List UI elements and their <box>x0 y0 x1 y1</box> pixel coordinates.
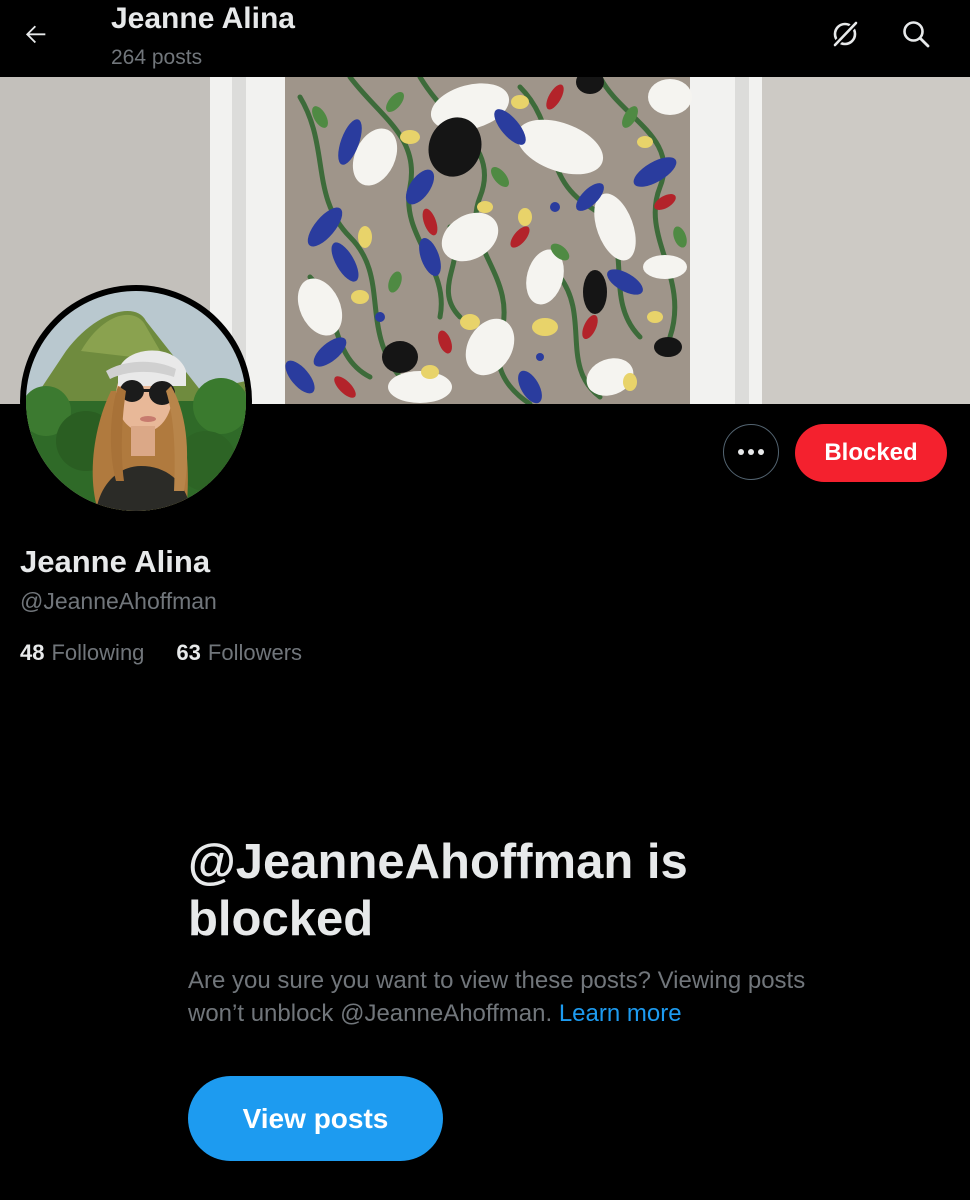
avatar[interactable] <box>20 285 252 517</box>
view-posts-button[interactable]: View posts <box>188 1076 443 1161</box>
profile-handle: @JeanneAhoffman <box>20 588 217 614</box>
following-count: 48 <box>20 640 45 665</box>
search-button[interactable] <box>894 12 938 56</box>
avatar-photo <box>26 291 246 511</box>
followers-label: Followers <box>207 640 303 665</box>
followers-link[interactable]: 63 Followers <box>176 638 302 668</box>
blocked-notice-text: Are you sure you want to view these post… <box>188 967 806 1027</box>
grok-button[interactable] <box>823 12 867 56</box>
arrow-left-icon <box>25 25 46 44</box>
back-button[interactable] <box>14 12 58 56</box>
following-label: Following <box>51 640 145 665</box>
more-options-button[interactable] <box>723 424 779 480</box>
blocked-notice-title: @JeanneAhoffman is blocked <box>188 835 688 946</box>
blocked-notice-description: Are you sure you want to view these post… <box>188 964 808 1030</box>
grok-icon <box>831 19 860 49</box>
header-title: Jeanne Alina <box>111 2 295 35</box>
more-horizontal-icon <box>738 449 764 455</box>
search-icon <box>903 21 930 48</box>
profile-stats: 48 Following 63 Followers <box>20 638 334 668</box>
profile-display-name: Jeanne Alina <box>20 544 211 579</box>
learn-more-link[interactable]: Learn more <box>559 1000 682 1027</box>
top-bar: Jeanne Alina 264 posts <box>0 0 970 77</box>
blocked-button[interactable]: Blocked <box>795 424 947 482</box>
followers-count: 63 <box>176 640 201 665</box>
post-count: 264 posts <box>111 46 203 69</box>
following-link[interactable]: 48 Following <box>20 638 144 668</box>
